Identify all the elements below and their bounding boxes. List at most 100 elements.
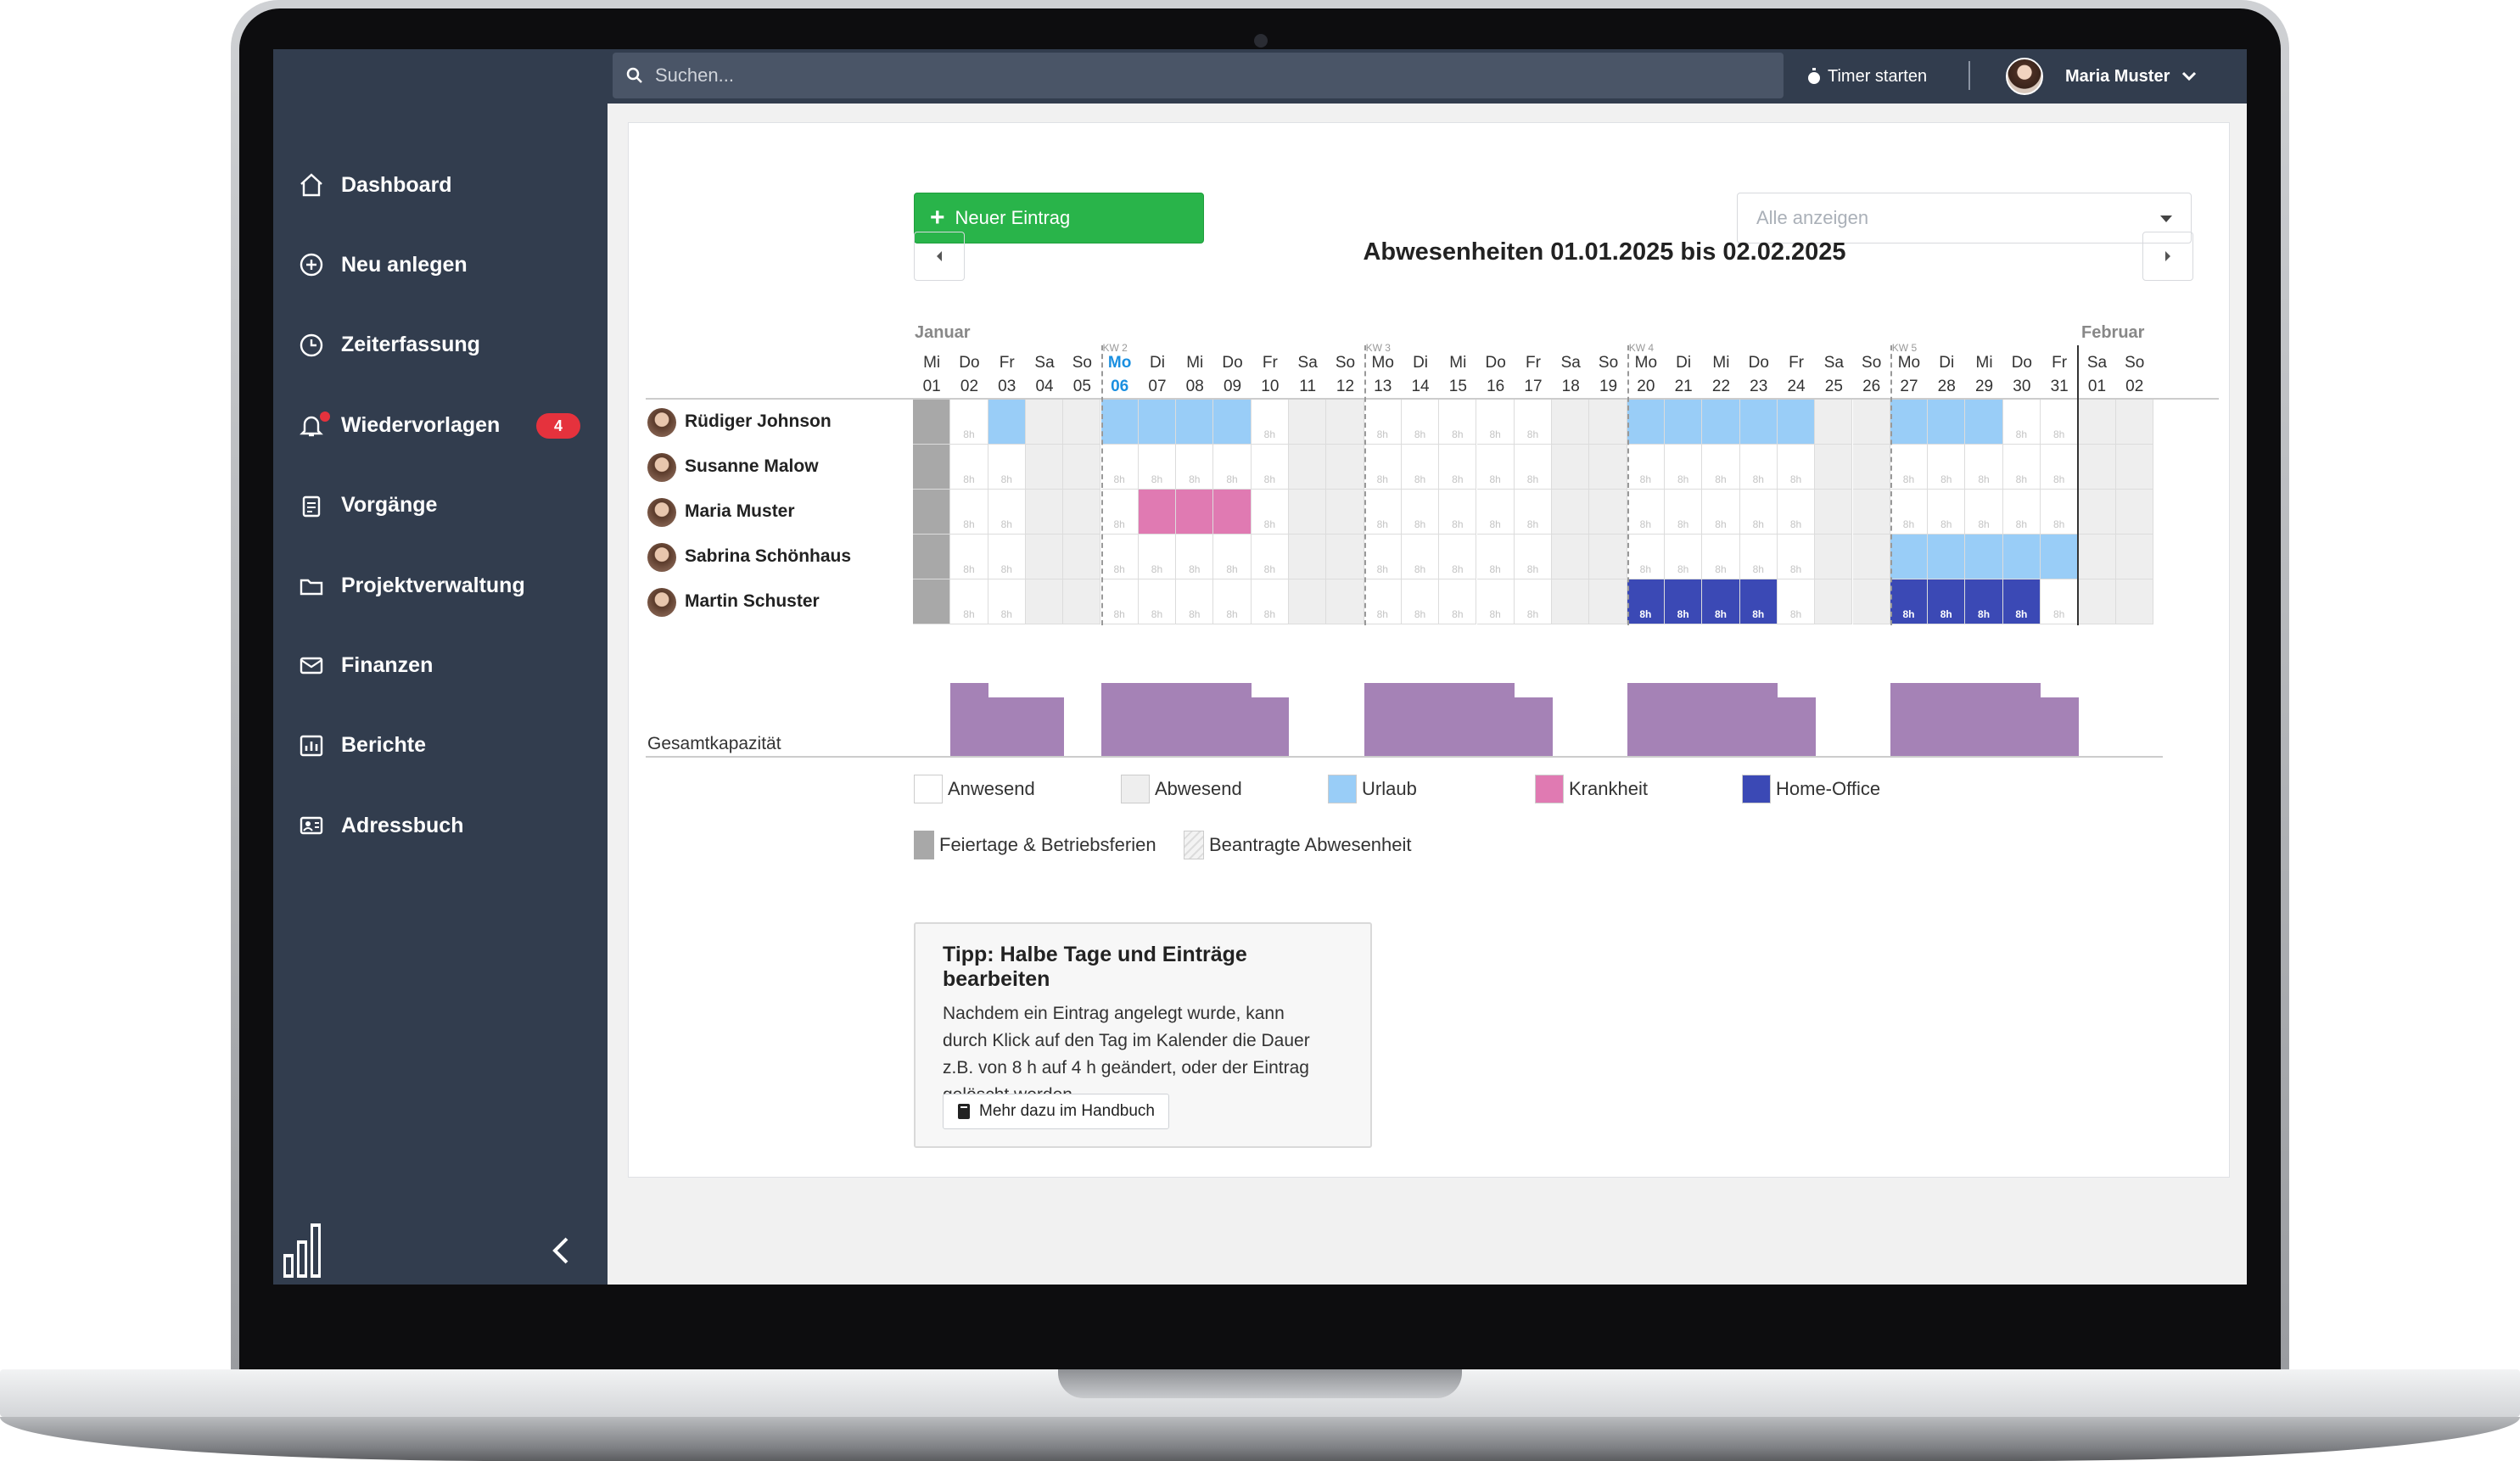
- calendar-cell[interactable]: [1852, 490, 1890, 535]
- calendar-cell[interactable]: 8h: [1251, 490, 1289, 535]
- calendar-cell[interactable]: 8h: [988, 579, 1026, 624]
- calendar-cell[interactable]: [1702, 400, 1740, 445]
- calendar-cell[interactable]: 8h: [1100, 579, 1139, 624]
- calendar-cell[interactable]: 8h: [1702, 535, 1740, 579]
- calendar-cell[interactable]: 8h: [1665, 535, 1703, 579]
- calendar-cell[interactable]: [1063, 535, 1101, 579]
- calendar-cell[interactable]: 8h: [1100, 445, 1139, 490]
- calendar-cell[interactable]: 8h: [1777, 490, 1816, 535]
- calendar-cell[interactable]: 8h: [1439, 490, 1477, 535]
- calendar-cell[interactable]: [1589, 535, 1627, 579]
- calendar-cell[interactable]: [1213, 490, 1252, 535]
- collapse-sidebar-icon[interactable]: [550, 1235, 572, 1273]
- calendar-cell[interactable]: 8h: [1777, 579, 1816, 624]
- calendar-cell[interactable]: 8h: [1213, 445, 1252, 490]
- calendar-cell[interactable]: 8h: [1702, 445, 1740, 490]
- calendar-cell[interactable]: [1176, 400, 1214, 445]
- calendar-cell[interactable]: [1589, 445, 1627, 490]
- calendar-cell[interactable]: 8h: [1627, 445, 1665, 490]
- calendar-cell[interactable]: 8h: [2002, 400, 2041, 445]
- search-input[interactable]: Suchen...: [655, 64, 734, 87]
- calendar-cell[interactable]: [913, 445, 951, 490]
- calendar-cell[interactable]: [1063, 445, 1101, 490]
- calendar-cell[interactable]: [1063, 579, 1101, 624]
- calendar-cell[interactable]: [1289, 579, 1327, 624]
- handbook-button[interactable]: Mehr dazu im Handbuch: [943, 1094, 1169, 1129]
- calendar-cell[interactable]: 8h: [1476, 490, 1515, 535]
- calendar-cell[interactable]: [1852, 445, 1890, 490]
- calendar-cell[interactable]: [1665, 400, 1703, 445]
- calendar-cell[interactable]: [1100, 400, 1139, 445]
- calendar-cell[interactable]: 8h: [2041, 400, 2079, 445]
- calendar-cell[interactable]: 8h: [1176, 445, 1214, 490]
- calendar-cell[interactable]: 8h: [1928, 490, 1966, 535]
- calendar-cell[interactable]: [1063, 490, 1101, 535]
- calendar-cell[interactable]: 8h: [1665, 445, 1703, 490]
- calendar-cell[interactable]: [1890, 535, 1929, 579]
- sidebar-item-vorgänge[interactable]: Vorgänge: [273, 480, 608, 531]
- calendar-cell[interactable]: [2115, 445, 2153, 490]
- calendar-cell[interactable]: 8h: [950, 445, 988, 490]
- calendar-cell[interactable]: 8h: [1702, 579, 1740, 624]
- calendar-cell[interactable]: 8h: [1665, 579, 1703, 624]
- calendar-cell[interactable]: [1138, 490, 1177, 535]
- calendar-cell[interactable]: 8h: [1439, 400, 1477, 445]
- calendar-cell[interactable]: [1815, 490, 1853, 535]
- calendar-cell[interactable]: 8h: [950, 535, 988, 579]
- calendar-cell[interactable]: [1289, 490, 1327, 535]
- calendar-cell[interactable]: 8h: [1401, 490, 1440, 535]
- calendar-cell[interactable]: 8h: [1965, 445, 2003, 490]
- calendar-cell[interactable]: [1552, 535, 1590, 579]
- calendar-cell[interactable]: [1552, 445, 1590, 490]
- calendar-cell[interactable]: [1025, 579, 1064, 624]
- calendar-cell[interactable]: 8h: [1739, 445, 1778, 490]
- calendar-cell[interactable]: 8h: [950, 579, 988, 624]
- sidebar-item-finanzen[interactable]: Finanzen: [273, 640, 608, 691]
- calendar-cell[interactable]: [2078, 579, 2116, 624]
- calendar-cell[interactable]: [1627, 400, 1665, 445]
- calendar-cell[interactable]: [1852, 579, 1890, 624]
- calendar-cell[interactable]: 8h: [1364, 400, 1402, 445]
- calendar-cell[interactable]: [1063, 400, 1101, 445]
- calendar-cell[interactable]: 8h: [1401, 445, 1440, 490]
- calendar-cell[interactable]: [1213, 400, 1252, 445]
- sidebar-item-wiedervorlagen[interactable]: Wiedervorlagen 4: [273, 400, 608, 451]
- calendar-cell[interactable]: [1965, 535, 2003, 579]
- calendar-cell[interactable]: [1852, 400, 1890, 445]
- calendar-cell[interactable]: 8h: [1138, 535, 1177, 579]
- calendar-cell[interactable]: [2041, 535, 2079, 579]
- calendar-cell[interactable]: 8h: [1965, 579, 2003, 624]
- sidebar-item-zeiterfassung[interactable]: Zeiterfassung: [273, 320, 608, 371]
- calendar-cell[interactable]: 8h: [1627, 490, 1665, 535]
- calendar-cell[interactable]: 8h: [1665, 490, 1703, 535]
- calendar-cell[interactable]: 8h: [1739, 490, 1778, 535]
- calendar-cell[interactable]: 8h: [1251, 535, 1289, 579]
- calendar-cell[interactable]: 8h: [988, 445, 1026, 490]
- calendar-cell[interactable]: [913, 535, 951, 579]
- calendar-cell[interactable]: [1176, 490, 1214, 535]
- calendar-cell[interactable]: [1552, 490, 1590, 535]
- calendar-cell[interactable]: [1326, 579, 1364, 624]
- calendar-cell[interactable]: [1025, 535, 1064, 579]
- calendar-cell[interactable]: [1138, 400, 1177, 445]
- calendar-cell[interactable]: 8h: [1514, 535, 1553, 579]
- calendar-cell[interactable]: 8h: [2002, 579, 2041, 624]
- calendar-cell[interactable]: [2078, 445, 2116, 490]
- sidebar-item-adressbuch[interactable]: Adressbuch: [273, 800, 608, 851]
- calendar-cell[interactable]: 8h: [1251, 445, 1289, 490]
- calendar-cell[interactable]: 8h: [1100, 490, 1139, 535]
- sidebar-item-dashboard[interactable]: Dashboard: [273, 160, 608, 210]
- calendar-cell[interactable]: [2002, 535, 2041, 579]
- calendar-cell[interactable]: 8h: [1251, 579, 1289, 624]
- calendar-cell[interactable]: 8h: [1777, 535, 1816, 579]
- calendar-cell[interactable]: 8h: [1514, 579, 1553, 624]
- sidebar-item-projektverwaltung[interactable]: Projektverwaltung: [273, 560, 608, 611]
- calendar-cell[interactable]: [1815, 579, 1853, 624]
- calendar-cell[interactable]: 8h: [1890, 490, 1929, 535]
- calendar-cell[interactable]: 8h: [1138, 579, 1177, 624]
- calendar-cell[interactable]: [913, 400, 951, 445]
- calendar-cell[interactable]: [1326, 445, 1364, 490]
- calendar-cell[interactable]: 8h: [1176, 535, 1214, 579]
- calendar-cell[interactable]: 8h: [2041, 445, 2079, 490]
- calendar-cell[interactable]: 8h: [1476, 400, 1515, 445]
